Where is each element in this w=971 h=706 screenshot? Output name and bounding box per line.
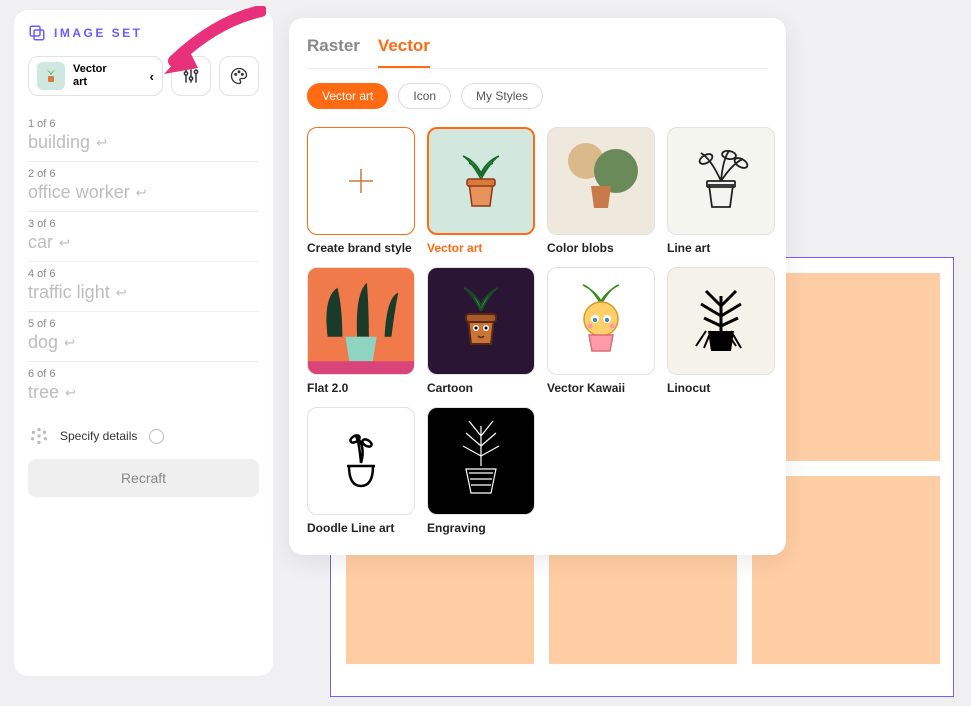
prompt-item[interactable]: 1 of 6 building↩ (28, 112, 259, 162)
style-label: Vector art (427, 241, 535, 255)
image-set-header: IMAGE SET (28, 24, 259, 42)
style-line-art[interactable]: Line art (667, 127, 775, 255)
style-cartoon[interactable]: Cartoon (427, 267, 535, 395)
prompt-item[interactable]: 6 of 6 tree↩ (28, 362, 259, 411)
prompt-counter: 1 of 6 (28, 118, 259, 130)
style-chip-text: Vector art (73, 63, 107, 88)
enter-icon: ↩ (116, 285, 127, 301)
color-blobs-icon (556, 136, 646, 226)
plant-pot-icon (441, 141, 521, 221)
pill-vector-art[interactable]: Vector art (307, 83, 388, 109)
sliders-button[interactable] (171, 56, 211, 96)
sliders-icon (181, 66, 201, 86)
enter-icon: ↩ (136, 185, 147, 201)
prompt-counter: 5 of 6 (28, 318, 259, 330)
style-color-blobs[interactable]: Color blobs (547, 127, 655, 255)
sidebar-toolbar: Vector art ‹ (28, 56, 259, 96)
prompt-counter: 6 of 6 (28, 368, 259, 380)
style-label: Vector Kawaii (547, 381, 655, 395)
prompt-counter: 3 of 6 (28, 218, 259, 230)
tabs-row: Raster Vector (307, 32, 768, 69)
engraving-icon (431, 411, 531, 511)
specify-details-toggle[interactable] (149, 429, 164, 444)
style-popover: Raster Vector Vector art Icon My Styles … (289, 18, 786, 555)
prompt-value: building↩ (28, 132, 259, 153)
linocut-icon (676, 276, 766, 366)
prompt-item[interactable]: 4 of 6 traffic light↩ (28, 262, 259, 312)
prompt-item[interactable]: 5 of 6 dog↩ (28, 312, 259, 362)
style-label: Doodle Line art (307, 521, 415, 535)
plant-icon (41, 66, 61, 86)
style-label: Create brand style (307, 241, 415, 255)
prompt-value: office worker↩ (28, 182, 259, 203)
style-chip-thumb (37, 62, 65, 90)
style-label: Linocut (667, 381, 775, 395)
tab-raster[interactable]: Raster (307, 32, 360, 68)
loading-dots-icon (28, 425, 50, 447)
style-vector-kawaii[interactable]: Vector Kawaii (547, 267, 655, 395)
sidebar: IMAGE SET Vector art ‹ (14, 10, 273, 676)
kawaii-icon (559, 279, 644, 364)
enter-icon: ↩ (59, 235, 70, 251)
cartoon-icon (436, 276, 526, 366)
pill-icon[interactable]: Icon (398, 83, 451, 109)
palette-icon (229, 66, 249, 86)
pill-my-styles[interactable]: My Styles (461, 83, 543, 109)
recraft-button[interactable]: Recraft (28, 459, 259, 497)
enter-icon: ↩ (96, 135, 107, 151)
palette-button[interactable] (219, 56, 259, 96)
style-grid: Create brand style Vector art Color (307, 127, 768, 535)
style-engraving[interactable]: Engraving (427, 407, 535, 535)
style-flat-2[interactable]: Flat 2.0 (307, 267, 415, 395)
style-doodle-line-art[interactable]: Doodle Line art (307, 407, 415, 535)
enter-icon: ↩ (65, 385, 76, 401)
specify-details-label: Specify details (60, 429, 137, 443)
plus-icon (341, 161, 381, 201)
style-linocut[interactable]: Linocut (667, 267, 775, 395)
line-art-icon (681, 141, 761, 221)
pills-row: Vector art Icon My Styles (307, 83, 768, 109)
style-label: Engraving (427, 521, 535, 535)
chevron-left-icon: ‹ (150, 69, 154, 84)
prompt-value: tree↩ (28, 382, 259, 403)
style-label: Flat 2.0 (307, 381, 415, 395)
prompt-item[interactable]: 3 of 6 car↩ (28, 212, 259, 262)
prompt-value: traffic light↩ (28, 282, 259, 303)
doodle-icon (321, 421, 401, 501)
style-chip[interactable]: Vector art ‹ (28, 56, 163, 96)
flat-icon (308, 267, 414, 375)
specify-details-row[interactable]: Specify details (28, 425, 259, 447)
image-set-icon (28, 24, 46, 42)
style-create-brand[interactable]: Create brand style (307, 127, 415, 255)
style-label: Color blobs (547, 241, 655, 255)
prompt-value: dog↩ (28, 332, 259, 353)
image-set-title: IMAGE SET (54, 26, 143, 40)
enter-icon: ↩ (64, 335, 75, 351)
prompt-item[interactable]: 2 of 6 office worker↩ (28, 162, 259, 212)
style-label: Line art (667, 241, 775, 255)
prompt-value: car↩ (28, 232, 259, 253)
prompt-list: 1 of 6 building↩ 2 of 6 office worker↩ 3… (28, 112, 259, 411)
tab-vector[interactable]: Vector (378, 32, 430, 68)
style-vector-art[interactable]: Vector art (427, 127, 535, 255)
style-label: Cartoon (427, 381, 535, 395)
prompt-counter: 2 of 6 (28, 168, 259, 180)
prompt-counter: 4 of 6 (28, 268, 259, 280)
